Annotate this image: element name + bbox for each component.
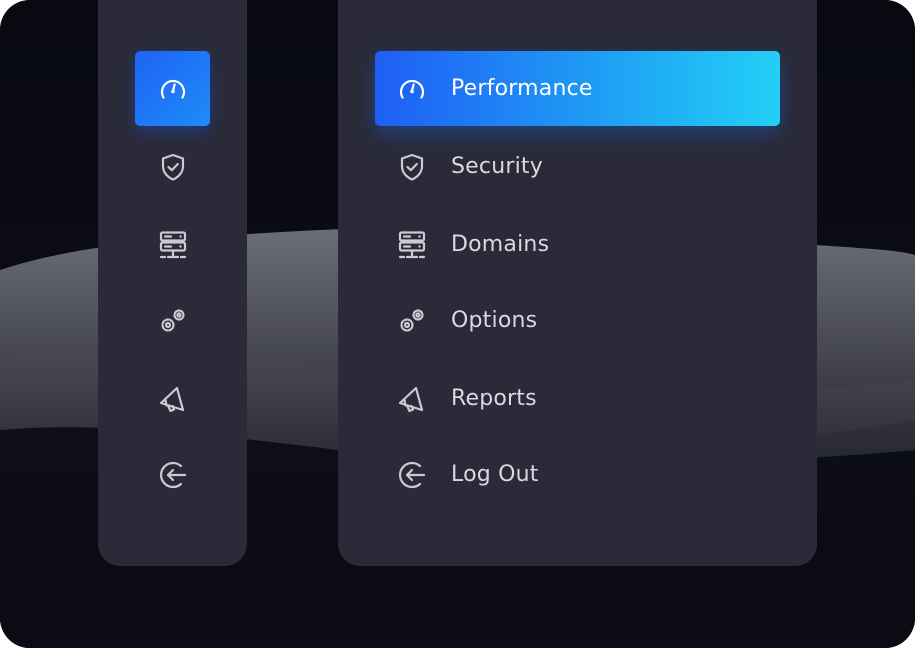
menu-item-label: Reports	[451, 386, 537, 411]
icon-rail	[98, 0, 247, 566]
app-canvas: Performance Security Domains Options Rep…	[0, 0, 915, 648]
megaphone-icon	[159, 386, 184, 412]
gears-icon	[160, 308, 185, 332]
menu-item-label: Performance	[451, 76, 593, 101]
speedometer-icon	[399, 79, 425, 99]
menu-item-security[interactable]: Security	[375, 129, 780, 204]
menu-item-label: Domains	[451, 232, 550, 257]
megaphone-icon	[398, 386, 424, 412]
menu-item-logout[interactable]: Log Out	[375, 437, 780, 512]
logout-icon	[159, 461, 186, 488]
speedometer-icon	[160, 79, 185, 99]
rail-item-options[interactable]	[135, 283, 210, 358]
menu-icon-wrap	[396, 305, 428, 337]
server-icon	[159, 230, 186, 258]
menu-item-performance[interactable]: Performance	[375, 51, 780, 126]
server-icon	[398, 230, 426, 258]
logout-icon	[398, 461, 426, 488]
menu-icon-wrap	[396, 73, 428, 105]
shield-check-icon	[400, 153, 424, 181]
menu-icon-wrap	[396, 383, 428, 415]
gears-icon	[400, 308, 424, 332]
rail-item-performance[interactable]	[135, 51, 210, 126]
rail-item-logout[interactable]	[135, 437, 210, 512]
menu-item-reports[interactable]: Reports	[375, 361, 780, 436]
rail-item-security[interactable]	[135, 129, 210, 204]
nav-menu: Performance Security Domains Options Rep…	[338, 0, 817, 566]
rail-item-reports[interactable]	[135, 361, 210, 436]
menu-item-label: Security	[451, 154, 543, 179]
menu-icon-wrap	[396, 151, 428, 183]
menu-item-options[interactable]: Options	[375, 283, 780, 358]
shield-check-icon	[161, 153, 184, 181]
rail-item-domains[interactable]	[135, 207, 210, 282]
menu-icon-wrap	[396, 459, 428, 491]
menu-item-label: Log Out	[451, 462, 539, 487]
menu-item-label: Options	[451, 308, 538, 333]
menu-item-domains[interactable]: Domains	[375, 207, 780, 282]
menu-icon-wrap	[396, 229, 428, 261]
